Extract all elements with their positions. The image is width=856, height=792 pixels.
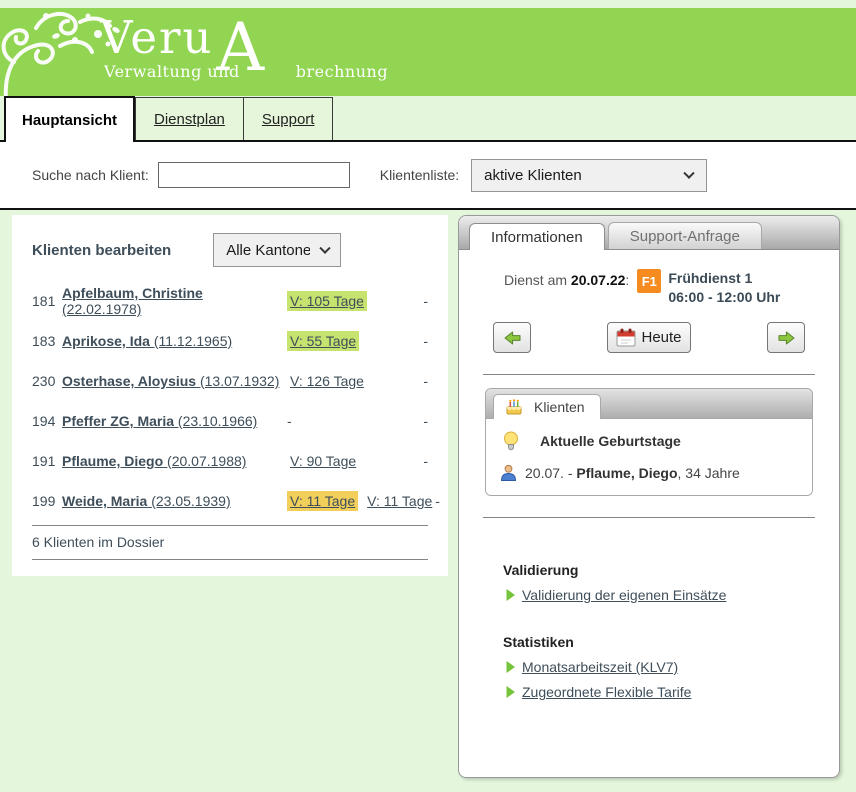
tab-dienstplan-link[interactable]: Dienstplan [154,111,225,128]
klienten-box: Klienten Aktuelle Geburtstage 20.0 [485,388,813,496]
vacation-days-link[interactable]: V: 55 Tage [287,331,359,351]
statistiken-heading: Statistiken [503,634,839,650]
client-id: 194 [32,413,62,429]
heute-button[interactable]: Heute [607,322,690,353]
client-name-link[interactable]: Pfeffer ZG, Maria (23.10.1966) [62,413,257,429]
client-name-link[interactable]: Apfelbaum, Christine (22.02.1978) [62,285,203,317]
birthday-entry: 20.07. - Pflaume, Diego, 34 Jahre [500,464,798,481]
table-row: 194 Pfeffer ZG, Maria (23.10.1966) - - [32,401,428,441]
vacation-days-link[interactable]: V: 105 Tage [287,291,367,311]
dienst-label: Dienst am 20.07.22: [504,269,629,288]
client-name-link[interactable]: Osterhase, Aloysius (13.07.1932) [62,373,279,389]
birthday-name: Pflaume, Diego [576,465,677,481]
play-triangle-icon [505,685,516,699]
main-content: Klienten bearbeiten Alle Kantone 181 Apf… [0,210,856,778]
client-rows: 181 Apfelbaum, Christine (22.02.1978) V:… [32,281,428,521]
info-panel: Informationen Support-Anfrage Dienst am … [458,215,840,778]
table-row: 230 Osterhase, Aloysius (13.07.1932) V: … [32,361,428,401]
monatsarbeitszeit-link[interactable]: Monatsarbeitszeit (KLV7) [522,659,678,675]
main-nav-tabs: Hauptansicht Dienstplan Support [0,96,856,140]
row-dash: - [435,493,440,509]
tab-support[interactable]: Support [244,97,334,140]
clients-panel-footer: 6 Klienten im Dossier [32,525,428,560]
validierung-section: Validierung Validierung der eigenen Eins… [459,562,839,603]
kantone-select[interactable]: Alle Kantone [213,233,341,267]
birthday-cake-icon [505,398,523,416]
tab-klienten[interactable]: Klienten [493,394,601,419]
divider [483,517,815,518]
vacation-days-link[interactable]: V: 11 Tage [287,491,358,511]
app-header: VeruA Verwaltung undbrechnung [0,8,856,96]
tab-informationen[interactable]: Informationen [469,223,605,250]
vacation-days-empty: - [287,413,292,429]
client-id: 183 [32,333,62,349]
validierung-link[interactable]: Validierung der eigenen Einsätze [522,587,726,603]
arrow-right-icon [778,331,795,345]
row-dash: - [414,373,428,389]
validierung-heading: Validierung [503,562,839,578]
klientenliste-select[interactable]: aktive Klienten [471,159,707,192]
tab-dienstplan[interactable]: Dienstplan [135,97,244,140]
client-name-link[interactable]: Aprikose, Ida (11.12.1965) [62,333,232,349]
vacation-days-link[interactable]: V: 126 Tage [287,371,367,391]
row-dash: - [414,333,428,349]
flexible-tarife-link[interactable]: Zugeordnete Flexible Tarife [522,684,691,700]
info-panel-tabbar: Informationen Support-Anfrage [459,216,839,250]
shift-badge: F1 [637,269,661,293]
person-icon [500,464,517,481]
lightbulb-icon [503,431,519,451]
dienst-row: Dienst am 20.07.22: F1 Frühdienst 1 06:0… [459,250,839,307]
client-name-link[interactable]: Pflaume, Diego (20.07.1988) [62,453,246,469]
play-triangle-icon [505,660,516,674]
shift-name: Frühdienst 1 [668,269,780,288]
table-row: 183 Aprikose, Ida (11.12.1965) V: 55 Tag… [32,321,428,361]
client-count-text: 6 Klienten im Dossier [32,526,428,559]
table-row: 199 Weide, Maria (23.05.1939) V: 11 Tage… [32,481,428,521]
row-dash: - [414,453,428,469]
client-id: 230 [32,373,62,389]
arrow-left-icon [504,331,521,345]
row-dash: - [414,293,428,309]
play-triangle-icon [505,588,516,602]
dienst-date: 20.07.22 [571,272,626,288]
klientenliste-label: Klientenliste: [380,167,459,183]
divider [32,559,428,560]
logo-wordmark: VeruA [100,14,388,61]
row-dash: - [414,413,428,429]
table-row: 191 Pflaume, Diego (20.07.1988) V: 90 Ta… [32,441,428,481]
tab-support-anfrage[interactable]: Support-Anfrage [608,222,762,249]
client-id: 199 [32,493,62,509]
divider [483,374,815,375]
vacation-days-link[interactable]: V: 90 Tage [287,451,359,471]
statistiken-section: Statistiken Monatsarbeitszeit (KLV7) Zug… [459,634,839,700]
client-id: 181 [32,293,62,309]
search-label: Suche nach Klient: [32,167,149,183]
logo-big-a: A [217,9,267,86]
shift-info: Frühdienst 1 06:00 - 12:00 Uhr [668,269,780,307]
clients-panel: Klienten bearbeiten Alle Kantone 181 Apf… [12,215,448,576]
birthday-text: 20.07. - Pflaume, Diego, 34 Jahre [525,465,740,481]
prev-day-button[interactable] [493,322,531,353]
client-id: 191 [32,453,62,469]
search-input[interactable] [158,162,350,188]
birthdays-heading: Aktuelle Geburtstage [540,433,681,449]
klienten-box-tabbar: Klienten [486,389,812,419]
tab-hauptansicht[interactable]: Hauptansicht [4,96,135,142]
vacation-days-link-2[interactable]: V: 11 Tage [364,491,435,511]
heute-label: Heute [641,329,681,346]
tab-support-link[interactable]: Support [262,111,315,128]
app-logo: VeruA Verwaltung undbrechnung [100,14,388,81]
table-row: 181 Apfelbaum, Christine (22.02.1978) V:… [32,281,428,321]
date-nav-row: Heute [459,307,839,353]
next-day-button[interactable] [767,322,805,353]
klienten-box-content: Aktuelle Geburtstage 20.07. - Pflaume, D… [486,419,812,495]
client-name-link[interactable]: Weide, Maria (23.05.1939) [62,493,231,509]
calendar-icon [616,328,636,347]
shift-time: 06:00 - 12:00 Uhr [668,288,780,307]
search-panel: Suche nach Klient: Klientenliste: aktive… [0,140,856,210]
clients-panel-title: Klienten bearbeiten [32,242,171,259]
klienten-box-tab-label: Klienten [534,399,585,415]
